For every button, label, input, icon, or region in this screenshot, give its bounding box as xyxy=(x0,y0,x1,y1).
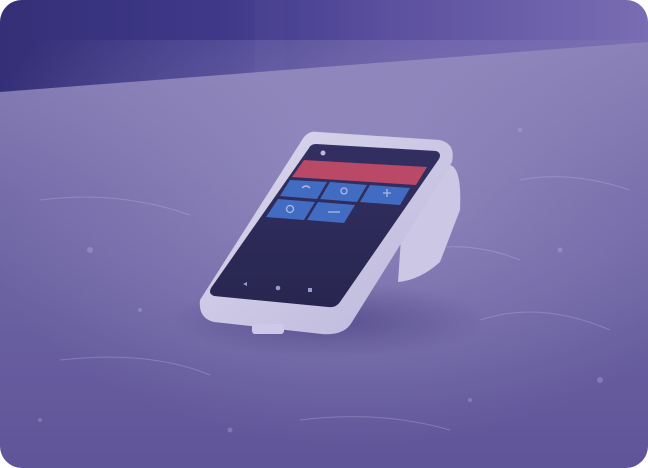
photo-tint xyxy=(0,0,648,468)
payment-terminal-photo xyxy=(0,0,648,468)
photo-frame xyxy=(0,0,648,468)
